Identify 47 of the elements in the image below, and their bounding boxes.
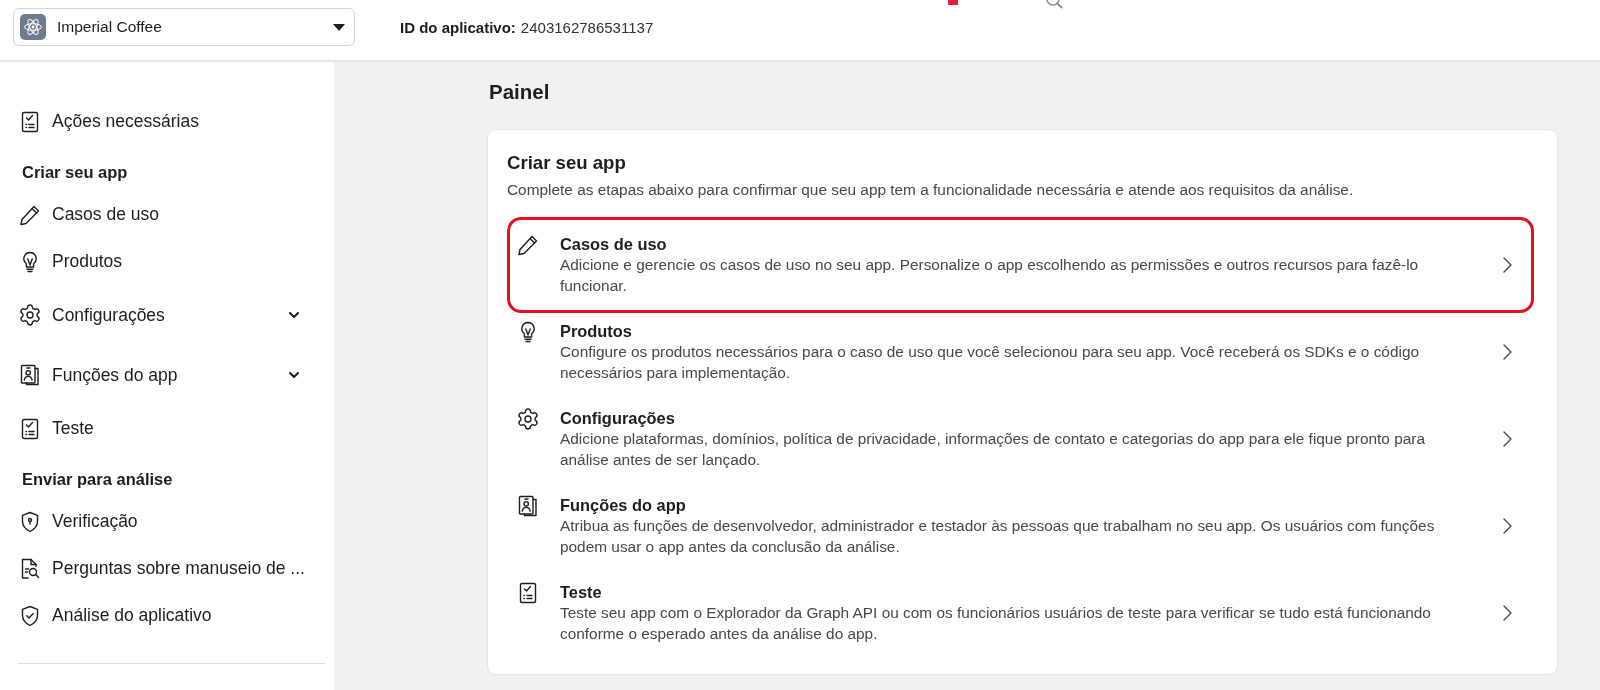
card-description: Complete as etapas abaixo para confirmar que seu app tem a funcionalidade necessária e atende aos requisitos da análise. [507, 180, 1355, 200]
chevron-down-icon[interactable] [288, 311, 300, 319]
gear-icon [18, 303, 42, 327]
step-title: Configurações [560, 408, 676, 429]
sidebar-item[interactable]: Produtos [18, 238, 325, 285]
step-item[interactable]: Teste Teste seu app com o Explorador da Graph API ou com os funcionários usuários de teste para verificar se tudo está funcionando conforme o esperado antes da análise do app. [507, 569, 1534, 656]
app-selector[interactable]: Imperial Coffee [13, 8, 355, 46]
sidebar-item[interactable]: Perguntas sobre manuseio de ... [18, 545, 325, 592]
gear-icon [516, 407, 540, 431]
caret-down-icon [333, 23, 345, 31]
step-description: Adicione e gerencie os casos de uso no seu app. Personalize o app escolhendo as permissões e outros recursos para fazê-lo funcionar. [560, 255, 1420, 296]
step-item[interactable]: Funções do app Atribua as funções de desenvolvedor, administrador e testador às pessoas que trabalham no seu app. Os usuários com funções podem usar o app antes da conclusão da análise. [507, 482, 1534, 569]
chevron-down-icon[interactable] [288, 371, 300, 379]
app-id-value: 2403162786531137 [520, 18, 654, 38]
sidebar-item[interactable]: Casos de uso [18, 191, 325, 238]
sidebar-item[interactable]: Funções do app [18, 345, 325, 405]
chevron-right-icon [1503, 343, 1512, 360]
step-title: Produtos [560, 321, 633, 342]
step-title: Teste [560, 582, 603, 603]
step-title: Funções do app [560, 495, 687, 516]
step-description: Configure os produtos necessários para o caso de uso que você selecionou para seu app. Você receberá os SDKs e o código necessários para implementação. [560, 342, 1420, 383]
id-card-icon [516, 494, 540, 518]
app-id-label: ID do aplicativo: [400, 18, 516, 38]
id-card-icon [18, 363, 42, 387]
page-title: Painel [489, 80, 551, 104]
sidebar-item[interactable]: Análise do aplicativo [18, 592, 325, 639]
chevron-right-icon [1503, 604, 1512, 621]
sidebar-item[interactable]: Ações necessárias [18, 98, 325, 145]
card-title: Criar seu app [507, 151, 627, 175]
sidebar-heading: Criar seu app [21, 162, 129, 183]
step-description: Adicione plataformas, domínios, política de privacidade, informações de contato e categorias do app para ele fique pronto para análise antes de ser lançado. [560, 429, 1426, 470]
chevron-right-icon [1503, 517, 1512, 534]
step-title: Casos de uso [560, 234, 668, 255]
step-item[interactable]: Configurações Adicione plataformas, domínios, política de privacidade, informações de contato e categorias do app para ele fique pronto para análise antes de ser lançado. [507, 395, 1534, 482]
step-description: Atribua as funções de desenvolvedor, administrador e testador às pessoas que trabalham no seu app. Os usuários com funções podem usar o app antes da conclusão da análise. [560, 516, 1436, 557]
search-icon[interactable] [1046, 0, 1063, 9]
pencil-icon [516, 233, 540, 257]
sidebar-item[interactable]: Verificação [18, 498, 325, 545]
badge-icon [948, 0, 958, 5]
step-item[interactable]: Casos de uso Adicione e gerencie os casos de uso no seu app. Personalize o app escolhendo as permissões e outros recursos para fazê-lo funcionar. [507, 217, 1534, 313]
sidebar-heading: Enviar para análise [21, 469, 174, 490]
sidebar-item[interactable]: Teste [18, 405, 325, 452]
step-description: Teste seu app com o Explorador da Graph API ou com os funcionários usuários de teste para verificar se tudo está funcionando conforme o esperado antes da análise do app. [560, 603, 1432, 644]
chevron-right-icon [1503, 256, 1512, 273]
atom-icon [20, 14, 46, 40]
chevron-right-icon [1503, 430, 1512, 447]
sidebar-item[interactable]: Configurações [18, 285, 325, 345]
